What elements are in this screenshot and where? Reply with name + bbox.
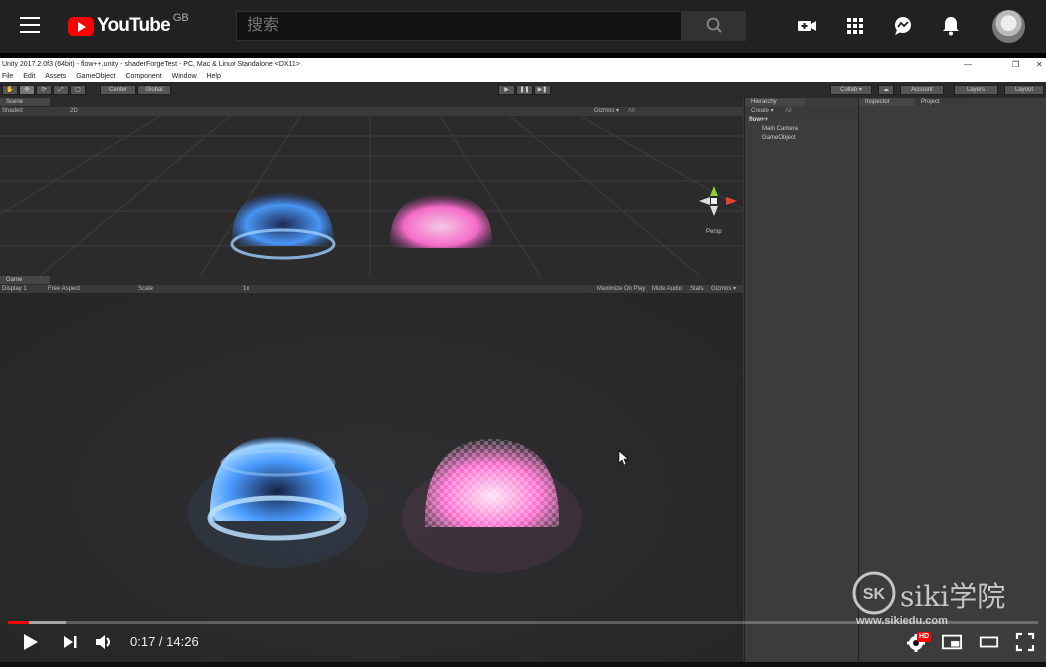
menu-edit: Edit — [23, 73, 36, 80]
svg-text:SK: SK — [863, 586, 886, 603]
scale-tool-icon: ⤢ — [53, 85, 69, 95]
hierarchy-item-gameobject: GameObject — [762, 135, 796, 141]
watermark-brand: siki学院 — [900, 580, 1006, 613]
avatar[interactable] — [992, 10, 1025, 43]
youtube-header: YouTube GB 搜索 — [0, 0, 1046, 53]
play-icon: ▶ — [498, 85, 515, 95]
persp-label: Persp — [706, 229, 722, 235]
search-button[interactable] — [682, 11, 746, 41]
scale-value: 1x — [243, 286, 250, 292]
unity-toolbar: ✋ ✥ ⟳ ⤢ ▢ Center Global ▶ ❚❚ ▶❚ Collab ▾… — [0, 82, 1046, 98]
hierarchy-toolbar: Create ▾ All — [745, 107, 858, 115]
apps-icon[interactable] — [844, 15, 866, 37]
tab-project: Project — [915, 98, 971, 106]
hierarchy-item-main-camera: Main Camera — [762, 126, 799, 132]
scene-orientation-gizmo — [698, 184, 738, 218]
search-icon — [706, 17, 722, 33]
pivot-global-toggle: Global — [137, 85, 171, 95]
hierarchy-search-field: All — [785, 108, 792, 114]
menu-assets: Assets — [45, 73, 67, 80]
hd-badge: HD — [917, 632, 932, 642]
shading-mode: Shaded — [2, 108, 23, 114]
aspect-dropdown: Free Aspect — [48, 286, 81, 292]
restore-icon: ❐ — [1012, 60, 1020, 69]
close-icon: ✕ — [1036, 60, 1043, 69]
scene-search-field: All — [628, 108, 635, 114]
account-dropdown: Account — [900, 85, 944, 95]
notifications-icon[interactable] — [940, 15, 962, 37]
game-render — [0, 293, 743, 662]
step-icon: ▶❚ — [534, 85, 551, 95]
scene-pink-dome — [389, 194, 493, 248]
minimize-icon: — — [964, 60, 972, 69]
tab-hierarchy: Hierarchy — [745, 98, 805, 106]
youtube-logo[interactable]: YouTube GB — [68, 12, 189, 38]
menu-icon[interactable] — [20, 17, 40, 33]
scale-label: Scale — [138, 286, 154, 292]
cloud-icon: ☁ — [878, 85, 894, 95]
siki-logo-icon: SK — [852, 571, 896, 615]
video-player[interactable]: Unity 2017.2.0f3 (64bit) - flow++.unity … — [0, 53, 1046, 662]
tab-scene: Scene — [0, 98, 50, 106]
game-gizmos-dropdown: Gizmos ▾ — [711, 286, 737, 292]
region-code: GB — [172, 12, 189, 24]
scene-view: Scene Shaded 2D Gizmos ▾ All Persp — [0, 98, 743, 276]
layers-dropdown: Layers — [954, 85, 998, 95]
unity-window-title: Unity 2017.2.0f3 (64bit) - flow++.unity … — [2, 61, 300, 68]
hand-tool-icon: ✋ — [2, 85, 18, 95]
stats-toggle: Stats — [690, 286, 704, 292]
game-view: Game Display 1 Free Aspect Scale 1x Maxi… — [0, 276, 743, 662]
upload-video-icon[interactable] — [796, 15, 818, 37]
menu-file: File — [2, 73, 14, 80]
2d-toggle: 2D — [70, 108, 78, 114]
youtube-logo-text: YouTube — [97, 15, 171, 36]
game-toolbar: Display 1 Free Aspect Scale 1x Maximize … — [0, 285, 743, 293]
menu-help: Help — [206, 73, 221, 80]
menu-component: Component — [125, 73, 162, 80]
scene-toolbar: Shaded 2D Gizmos ▾ All — [0, 107, 743, 116]
tab-game: Game — [0, 276, 50, 284]
layout-dropdown: Layout — [1004, 85, 1044, 95]
scene-gizmos-dropdown: Gizmos ▾ — [594, 108, 620, 114]
progress-played — [8, 621, 29, 624]
miniplayer-icon[interactable] — [942, 632, 962, 652]
mouse-cursor-icon — [618, 450, 629, 466]
progress-bar[interactable] — [8, 621, 1038, 624]
volume-button[interactable] — [94, 632, 114, 652]
display-dropdown: Display 1 — [2, 286, 27, 292]
time-display: 0:17 / 14:26 — [130, 634, 199, 649]
pause-icon: ❚❚ — [516, 85, 533, 95]
mute-audio-toggle: Mute Audio — [652, 286, 683, 292]
fullscreen-icon[interactable] — [1015, 632, 1035, 652]
move-tool-icon: ✥ — [19, 85, 35, 95]
rect-tool-icon: ▢ — [70, 85, 86, 95]
theater-mode-icon[interactable] — [979, 632, 999, 652]
rotate-tool-icon: ⟳ — [36, 85, 52, 95]
hierarchy-create-dropdown: Create ▾ — [751, 108, 774, 114]
tab-inspector: Inspector — [859, 98, 915, 106]
youtube-play-logo-icon — [68, 16, 94, 36]
search-input[interactable]: 搜索 — [236, 11, 682, 41]
scene-grid — [0, 116, 743, 276]
unity-menu-bar: File Edit Assets GameObject Component Wi… — [0, 71, 1046, 82]
next-button[interactable] — [60, 632, 80, 652]
pivot-center-toggle: Center — [100, 85, 136, 95]
menu-gameobject: GameObject — [76, 73, 116, 80]
hierarchy-panel: Hierarchy Create ▾ All flow++ Main Camer… — [744, 98, 858, 662]
maximize-on-play-toggle: Maximize On Play — [597, 286, 646, 292]
messages-icon[interactable] — [892, 15, 914, 37]
game-blue-dome — [209, 436, 345, 521]
collab-button: Collab ▾ — [830, 85, 872, 95]
unity-title-bar: Unity 2017.2.0f3 (64bit) - flow++.unity … — [0, 58, 1046, 71]
play-button[interactable] — [20, 632, 40, 652]
hierarchy-scene-flow: flow++ — [749, 117, 769, 123]
menu-window: Window — [171, 73, 197, 80]
